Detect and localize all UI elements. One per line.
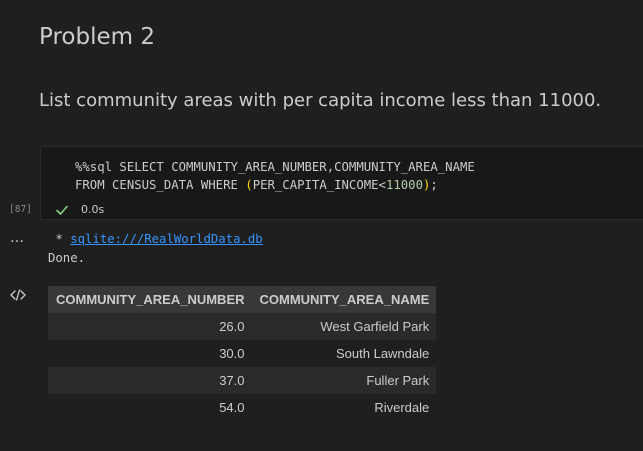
table-cell-name: Riverdale [251, 394, 437, 421]
output-star: * [48, 232, 71, 246]
code-paren-open: ( [245, 178, 253, 192]
markdown-paragraph: List community areas with per capita inc… [39, 90, 602, 111]
execution-count: [87] [9, 204, 32, 215]
code-number: 11000 [385, 178, 423, 192]
more-icon[interactable]: … [10, 230, 25, 246]
check-icon [56, 205, 68, 215]
code-semicolon: ; [430, 178, 438, 192]
table-cell-number: 37.0 [48, 367, 252, 394]
output-done: Done. [48, 251, 86, 265]
table-cell-number: 54.0 [48, 394, 252, 421]
database-link[interactable]: sqlite:///RealWorldData.db [70, 232, 263, 246]
table-cell-name: South Lawndale [251, 340, 437, 367]
table-row: 37.0 Fuller Park [48, 367, 437, 394]
markdown-heading: Problem 2 [39, 24, 155, 50]
code-line-1: %%sql SELECT COMMUNITY_AREA_NUMBER,COMMU… [75, 160, 475, 174]
table-cell-number: 30.0 [48, 340, 252, 367]
result-table: COMMUNITY_AREA_NUMBER COMMUNITY_AREA_NAM… [48, 286, 437, 421]
table-cell-name: West Garfield Park [251, 313, 437, 340]
table-row: 26.0 West Garfield Park [48, 313, 437, 340]
table-cell-number: 26.0 [48, 313, 252, 340]
column-header: COMMUNITY_AREA_NUMBER [48, 286, 252, 313]
column-header: COMMUNITY_AREA_NAME [251, 286, 437, 313]
table-row: 54.0 Riverdale [48, 394, 437, 421]
output-connection-line: * sqlite:///RealWorldData.db [48, 230, 263, 248]
code-cell-editor[interactable]: %%sql SELECT COMMUNITY_AREA_NUMBER,COMMU… [40, 146, 643, 220]
code-line-2: FROM CENSUS_DATA WHERE (PER_CAPITA_INCOM… [75, 176, 438, 194]
code-from-clause: FROM CENSUS_DATA WHERE [75, 178, 246, 192]
execution-time: 0.0s [81, 203, 105, 216]
table-row: 30.0 South Lawndale [48, 340, 437, 367]
code-condition: PER_CAPITA_INCOME< [252, 178, 386, 192]
table-header-row: COMMUNITY_AREA_NUMBER COMMUNITY_AREA_NAM… [48, 286, 437, 313]
table-cell-name: Fuller Park [251, 367, 437, 394]
code-icon[interactable] [10, 289, 26, 301]
